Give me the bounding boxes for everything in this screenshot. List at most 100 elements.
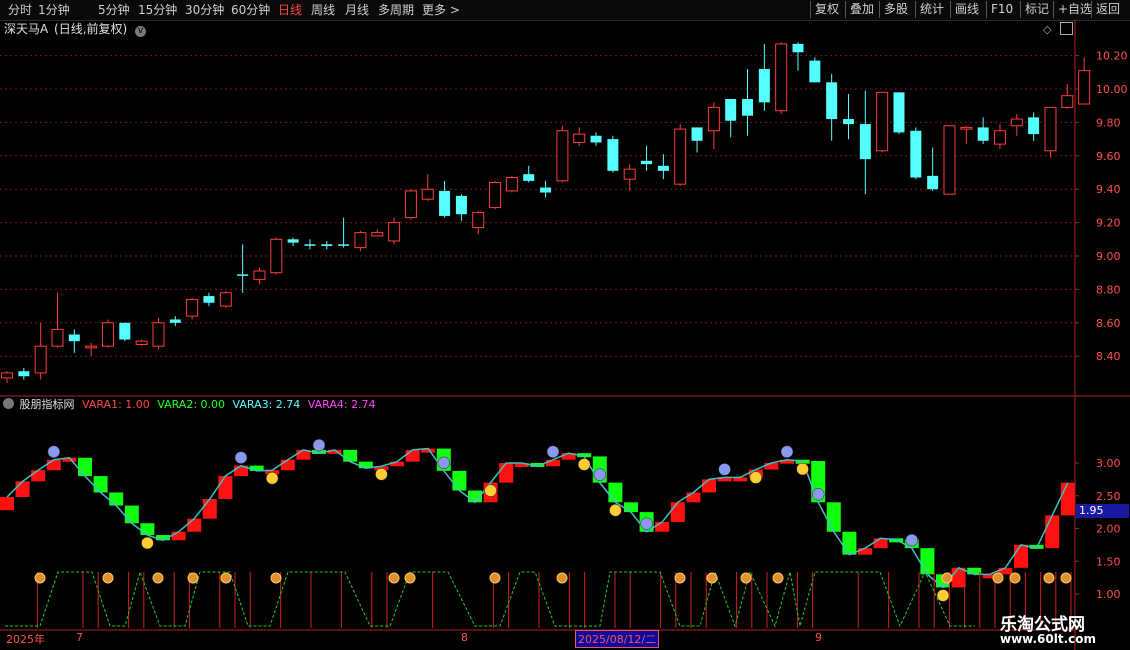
current-value-badge: 1.95 [1076,504,1129,518]
flower-icon [992,572,1004,584]
candle-body [623,168,636,180]
price-tick-label: 10.00 [1096,83,1128,96]
indicator-bar [967,567,982,575]
candle-body [287,239,299,243]
indicator-bar [109,492,124,506]
indicator-bar [405,449,420,462]
flower-icon [706,572,718,584]
vara3-label: VARA3: 2.74 [232,398,301,411]
smiley-icon [265,471,279,485]
flower-icon [941,572,953,584]
indicator-bar [920,548,935,575]
indicator-bar [280,459,295,471]
candle-body [876,91,889,152]
candle-body [540,187,552,193]
flower-icon [388,572,400,584]
panel-toggle-icon[interactable] [1060,22,1073,35]
indicator-bar [546,459,560,467]
candle-body [674,128,687,185]
indicator-bar [15,481,30,498]
flower-icon [270,572,282,584]
price-tick-label: 8.40 [1096,350,1121,363]
candle-body [893,92,905,133]
candle-body [237,274,249,276]
indicator-bar [452,470,467,491]
candle-body [758,68,770,103]
indicator-bar [218,476,233,500]
frown-icon [437,456,451,470]
flower-icon [102,572,114,584]
candle-body [573,133,586,143]
flower-icon [772,572,784,584]
candle-body [203,296,215,303]
indicator-bar [124,505,139,524]
indicator-bar [764,463,779,470]
indicator-bar [686,492,701,503]
price-tick-label: 10.20 [1096,50,1128,63]
flower-icon [187,572,199,584]
flower-icon [34,572,46,584]
candle-body [657,165,669,171]
diamond-icon[interactable]: ◇ [1043,23,1051,36]
price-tick-label: 9.40 [1096,183,1121,196]
chart-canvas[interactable]: 10.20 10.00 9.80 9.60 9.40 9.20 9.00 8.80 8.60 8.… [0,0,1130,650]
candle-body [338,244,350,246]
indicator-bar [1060,482,1075,516]
candle-body [691,127,703,141]
candle-body [927,175,939,190]
candle-body [809,60,821,83]
flower-icon [220,572,232,584]
candle-body [388,222,401,242]
candle-body [1061,95,1074,108]
indicator-menu-icon[interactable] [3,398,14,409]
flower-icon [556,572,568,584]
flower-icon [674,572,686,584]
indicator-bar [171,531,186,541]
indicator-header: 股朋指标网 VARA1: 1.00 VARA2: 0.00 VARA3: 2.7… [0,397,376,413]
flower-icon [1009,572,1021,584]
indicator-bar [702,479,716,493]
candle-body [135,340,148,346]
main-chart-title-row: 深天马A (日线,前复权) v [0,20,147,38]
price-tick-label: 9.20 [1096,217,1121,230]
watermark-url: www.60lt.com [1000,632,1097,646]
candle-body [1028,117,1040,135]
candle-body [977,127,989,141]
candle-body [169,319,181,323]
candle-body [775,43,788,112]
candle-body [742,99,754,116]
indicator-bar [499,463,514,483]
candle-body [119,322,131,340]
flower-icon [489,572,501,584]
candle-body [18,371,30,377]
indicator-bar [873,538,888,549]
smiley-icon [484,484,497,497]
selected-date-badge: 2025/08/12/二 [575,630,660,648]
indicator-bar [46,459,61,471]
vara1-label: VARA1: 1.00 [82,398,150,411]
indicator-bar [78,457,92,477]
chevron-down-icon[interactable]: v [135,26,147,37]
indicator-bar [202,499,217,519]
indicator-bar [608,482,623,503]
flower-icon [740,572,752,584]
smiley-icon [375,468,388,481]
frown-icon [47,445,61,458]
frown-icon [811,488,825,501]
candle-body [186,298,199,317]
smiley-icon [936,589,950,602]
price-tick-label: 9.00 [1096,250,1121,263]
indicator-name: 股朋指标网 [19,398,75,411]
indicator-bar [826,502,841,532]
price-tick-label: 8.80 [1096,283,1121,296]
frown-icon [312,438,326,452]
candle-body [101,322,114,347]
indicator-bar [842,531,857,555]
smiley-icon [796,462,809,476]
adjust-mode-label: (日线,前复权) [54,22,128,36]
candle-body [34,345,47,374]
candle-body [152,322,165,347]
flower-icon [152,572,164,584]
indicator-bar [1014,544,1028,568]
indicator-tick-label: 2.00 [1096,523,1121,536]
